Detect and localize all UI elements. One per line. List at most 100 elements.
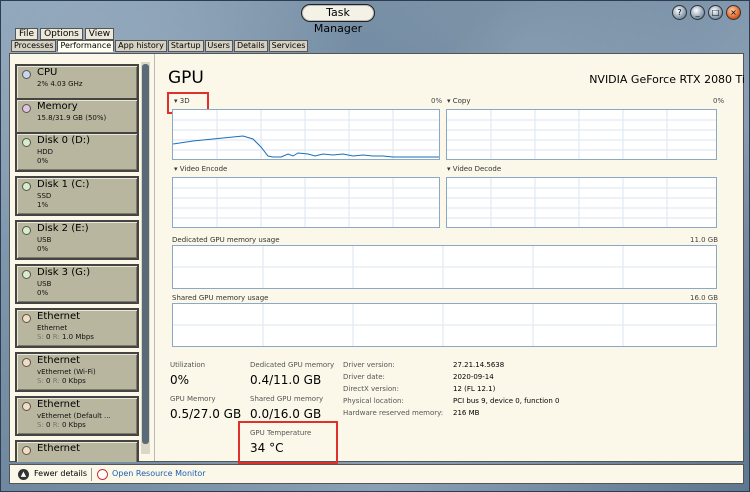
sidebar-item-disk-0[interactable]: Disk 0 (D:) HDD 0% — [15, 132, 139, 172]
receive-value: 0 Kbps — [62, 377, 86, 385]
chevron-down-icon: ▾ — [174, 165, 178, 173]
sidebar-item-title: Disk 1 (C:) — [37, 179, 90, 190]
disk-color-dot — [22, 226, 31, 235]
tab-processes[interactable]: Processes — [11, 40, 57, 52]
engine-video-encode-dropdown[interactable]: ▾ Video Encode — [174, 165, 227, 173]
engine-copy-label: Copy — [452, 97, 471, 105]
sidebar-item-ethernet-4[interactable]: Ethernet — [15, 440, 139, 462]
sidebar-item-title: Disk 0 (D:) — [37, 135, 91, 146]
sidebar-item-ethernet[interactable]: Ethernet Ethernet S: 0 R: 1.0 Mbps — [15, 308, 139, 348]
shared-memory-label: Shared GPU memory — [250, 395, 324, 403]
engine-copy-graph-svg — [447, 110, 716, 159]
driver-date-label: Driver date: — [343, 373, 385, 381]
chevron-down-icon: ▾ — [447, 165, 451, 173]
scrollbar-thumb[interactable] — [142, 64, 149, 444]
tab-app-history[interactable]: App history — [115, 40, 167, 52]
sidebar-item-usage: 0% — [37, 157, 49, 165]
engine-video-encode-graph-svg — [173, 178, 439, 227]
shared-memory-graph — [172, 303, 717, 347]
utilization-value: 0% — [170, 373, 190, 387]
sidebar-item-title: Ethernet — [37, 399, 81, 410]
sidebar-scrollbar[interactable] — [141, 62, 150, 454]
engine-video-encode-label: Video Encode — [179, 165, 228, 173]
sidebar-item-usage: 1% — [37, 201, 49, 209]
sidebar-item-title: CPU — [37, 67, 58, 78]
status-bar: ▲ Fewer details Open Resource Monitor — [9, 464, 744, 484]
sidebar-item-detail: USB — [37, 280, 52, 288]
disk-color-dot — [22, 138, 31, 147]
minimize-button[interactable]: _ — [690, 5, 705, 20]
pane-divider[interactable] — [154, 54, 155, 461]
directx-version-label: DirectX version: — [343, 385, 399, 393]
dedicated-memory-graph — [172, 245, 717, 289]
reserved-memory-label: Hardware reserved memory: — [343, 409, 444, 417]
menu-bar: File Options View — [15, 28, 115, 40]
window-controls: ? _ □ × — [672, 5, 741, 20]
engine-video-encode-graph — [172, 177, 440, 228]
sidebar-item-disk-1[interactable]: Disk 1 (C:) SSD 1% — [15, 176, 139, 216]
receive-value: 1.0 Mbps — [62, 333, 94, 341]
task-manager-window: Task Manager ? _ □ × File Options View P… — [0, 0, 750, 492]
driver-version-label: Driver version: — [343, 361, 395, 369]
tab-details[interactable]: Details — [233, 40, 268, 52]
menu-options[interactable]: Options — [40, 28, 83, 40]
sidebar-item-title: Disk 3 (G:) — [37, 267, 91, 278]
engine-video-decode-label: Video Decode — [452, 165, 502, 173]
sidebar-item-detail: 15.8/31.9 GB (50%) — [37, 114, 107, 122]
sidebar-item-title: Disk 2 (E:) — [37, 223, 89, 234]
engine-video-decode-graph-svg — [447, 178, 716, 227]
shared-memory-value: 0.0/16.0 GB — [250, 407, 322, 421]
sidebar-item-detail: vEthernet (Wi-Fi) — [37, 368, 96, 376]
directx-version-value: 12 (FL 12.1) — [453, 385, 496, 393]
close-button[interactable]: × — [726, 5, 741, 20]
sidebar-item-disk-3[interactable]: Disk 3 (G:) USB 0% — [15, 264, 139, 304]
send-value: 0 — [46, 421, 51, 429]
tab-users[interactable]: Users — [204, 40, 233, 52]
send-value: 0 — [46, 333, 51, 341]
sidebar-item-detail: HDD — [37, 148, 54, 156]
help-button[interactable]: ? — [672, 5, 687, 20]
menu-view[interactable]: View — [84, 28, 115, 40]
gpu-memory-label: GPU Memory — [170, 395, 216, 403]
maximize-button[interactable]: □ — [708, 5, 723, 20]
engine-copy-dropdown[interactable]: ▾ Copy — [447, 97, 471, 105]
engine-video-decode-graph — [446, 177, 717, 228]
sidebar-item-usage: 0% — [37, 245, 49, 253]
shared-memory-max: 16.0 GB — [690, 294, 719, 302]
dedicated-memory-label: Dedicated GPU memory — [250, 361, 335, 369]
fewer-details-link[interactable]: Fewer details — [34, 469, 87, 478]
window-title: Task Manager — [301, 4, 375, 35]
dedicated-memory-graph-svg — [173, 246, 716, 288]
driver-version-value: 27.21.14.5638 — [453, 361, 505, 369]
tab-services[interactable]: Services — [268, 40, 309, 52]
gpu-model-name: NVIDIA GeForce RTX 2080 Ti — [589, 73, 745, 86]
title-bar[interactable]: Task Manager ? _ □ × — [1, 1, 749, 35]
sidebar-item-vethernet-wifi[interactable]: Ethernet vEthernet (Wi-Fi) S: 0 R: 0 Kbp… — [15, 352, 139, 392]
sidebar-item-detail: USB — [37, 236, 52, 244]
engine-3d-graph — [172, 109, 440, 160]
sidebar-item-vethernet-default[interactable]: Ethernet vEthernet (Default ... S: 0 R: … — [15, 396, 139, 436]
gpu-memory-value: 0.5/27.0 GB — [170, 407, 242, 421]
tab-strip: Processes Performance App history Startu… — [11, 40, 309, 52]
sidebar-item-detail: vEthernet (Default ... — [37, 412, 111, 420]
dedicated-memory-max: 11.0 GB — [690, 236, 719, 244]
tab-performance[interactable]: Performance — [57, 40, 115, 52]
engine-3d-graph-svg — [173, 110, 439, 159]
tab-startup[interactable]: Startup — [167, 40, 204, 52]
send-label: S: — [37, 377, 44, 385]
open-resource-monitor-link[interactable]: Open Resource Monitor — [112, 469, 206, 478]
ethernet-color-dot — [22, 358, 31, 367]
sidebar-item-disk-2[interactable]: Disk 2 (E:) USB 0% — [15, 220, 139, 260]
menu-file[interactable]: File — [15, 28, 39, 40]
sidebar-item-throughput: S: 0 R: 1.0 Mbps — [37, 333, 94, 341]
engine-video-decode-dropdown[interactable]: ▾ Video Decode — [447, 165, 501, 173]
receive-label: R: — [52, 377, 60, 385]
chevron-up-icon[interactable]: ▲ — [18, 469, 29, 480]
disk-color-dot — [22, 270, 31, 279]
memory-color-dot — [22, 104, 31, 113]
gpu-detail-pane: GPU NVIDIA GeForce RTX 2080 Ti ▾ 3D 0% ▾… — [160, 54, 745, 464]
physical-location-value: PCI bus 9, device 0, function 0 — [453, 397, 560, 405]
resource-monitor-icon[interactable] — [97, 469, 108, 480]
dedicated-memory-graph-label: Dedicated GPU memory usage — [172, 236, 280, 244]
ethernet-color-dot — [22, 446, 31, 455]
